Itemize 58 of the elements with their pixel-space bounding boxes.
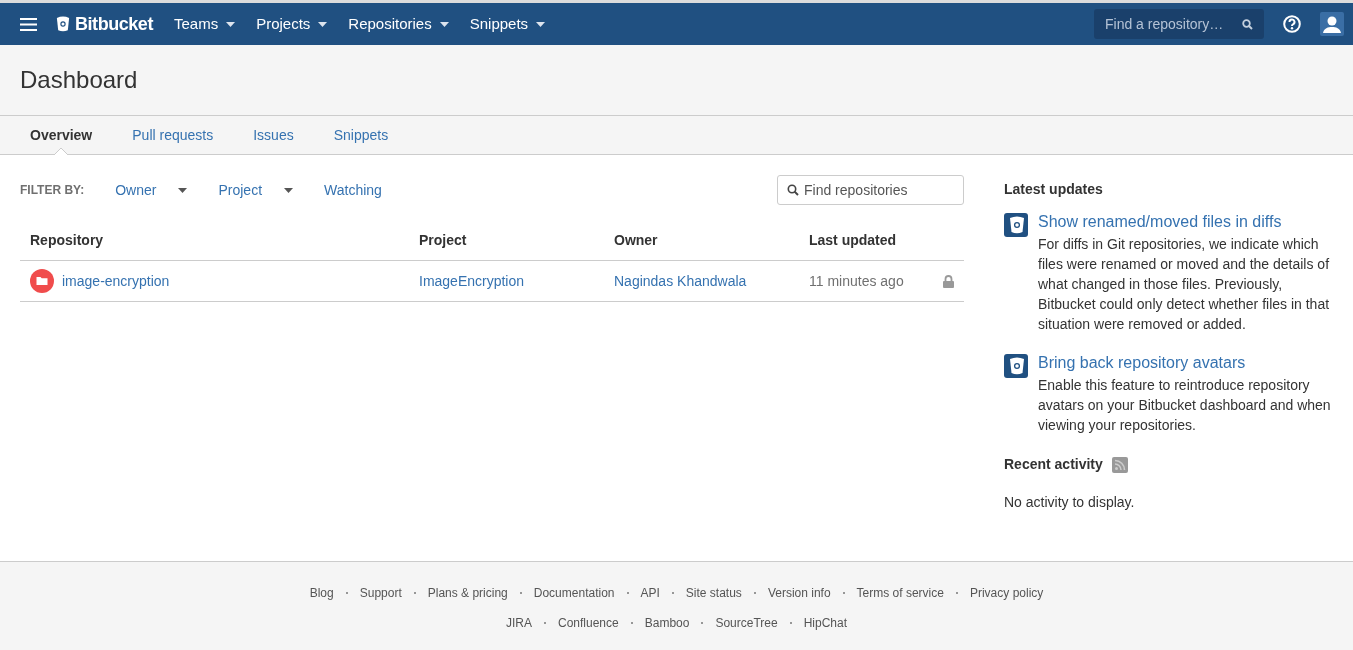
update-title-link[interactable]: Show renamed/moved files in diffs (1038, 212, 1334, 232)
bitbucket-logo[interactable]: Bitbucket (56, 10, 153, 38)
repository-link[interactable]: image-encryption (62, 270, 170, 292)
filter-option[interactable]: Owner (115, 179, 188, 201)
section-heading: Latest updates (1004, 180, 1104, 199)
section-heading: Recent activity (1004, 455, 1103, 474)
column-header: Owner (614, 231, 658, 250)
footer-link[interactable]: API (640, 585, 660, 601)
bucket-icon (1004, 354, 1028, 378)
footer-link[interactable]: Blog (309, 585, 334, 601)
tab[interactable]: Pull requests (112, 116, 234, 154)
tab[interactable]: Issues (233, 116, 314, 154)
footer-link[interactable]: Terms of service (856, 585, 944, 601)
caret-icon (439, 21, 449, 27)
menu-icon[interactable] (20, 17, 37, 31)
last-updated-time: 11 minutes ago (809, 271, 904, 291)
help-icon[interactable] (1283, 15, 1301, 33)
search-icon (787, 184, 799, 196)
update-description: For diffs in Git repositories, we indicate which files were renamed or moved and the details of what changed in those files. Previously, Bitbucket could only detect whether files in that situation were removed or added. (1038, 235, 1331, 334)
filter-option[interactable]: Project (218, 179, 294, 201)
folder-icon (30, 269, 54, 293)
tab[interactable]: Snippets (313, 116, 409, 154)
empty-activity-message: No activity to display. (1004, 493, 1136, 512)
project-link[interactable]: ImageEncryption (419, 270, 525, 292)
footer-link[interactable]: Privacy policy (969, 585, 1044, 601)
footer-link[interactable]: Confluence (558, 615, 619, 631)
search-icon (1242, 18, 1253, 30)
nav-menu[interactable]: Projects (256, 12, 328, 36)
owner-link[interactable]: Nagindas Khandwala (614, 270, 747, 292)
repository-search-field[interactable]: Find a repository… (1094, 9, 1264, 39)
column-header: Repository (30, 231, 104, 250)
repository-filter-field[interactable]: Find repositories (777, 175, 964, 205)
caret-icon (536, 21, 546, 27)
rss-icon[interactable] (1111, 456, 1128, 473)
footer-link[interactable]: Documentation (533, 585, 615, 601)
footer-link[interactable]: Plans & pricing (427, 585, 508, 601)
bucket-icon (1004, 213, 1028, 237)
page-title: Dashboard (0, 45, 1353, 116)
footer-link[interactable]: Site status (685, 585, 742, 601)
column-header: Project (419, 231, 467, 250)
footer-link[interactable]: Support (359, 585, 402, 601)
update-title-link[interactable]: Bring back repository avatars (1038, 353, 1334, 373)
nav-menu[interactable]: Teams (173, 12, 236, 36)
footer-link[interactable]: Bamboo (644, 615, 690, 631)
footer-link[interactable]: Version info (767, 585, 831, 601)
footer-link[interactable]: SourceTree (715, 615, 778, 631)
caret-icon (318, 21, 328, 27)
caret-icon (226, 21, 236, 27)
tab[interactable]: Overview (10, 116, 113, 154)
column-header: Last updated (809, 231, 897, 250)
user-avatar-icon[interactable] (1320, 12, 1344, 36)
filter-label: FILTER BY: (20, 182, 85, 199)
filter-option[interactable]: Watching (324, 179, 382, 201)
footer-link[interactable]: HipChat (803, 615, 847, 631)
footer-link[interactable]: JIRA (505, 615, 532, 631)
update-description: Enable this feature to reintroduce repository avatars on your Bitbucket dashboard and when viewing your repositories. (1038, 376, 1332, 435)
nav-menu[interactable]: Repositories (348, 12, 449, 36)
nav-menu[interactable]: Snippets (469, 12, 546, 36)
